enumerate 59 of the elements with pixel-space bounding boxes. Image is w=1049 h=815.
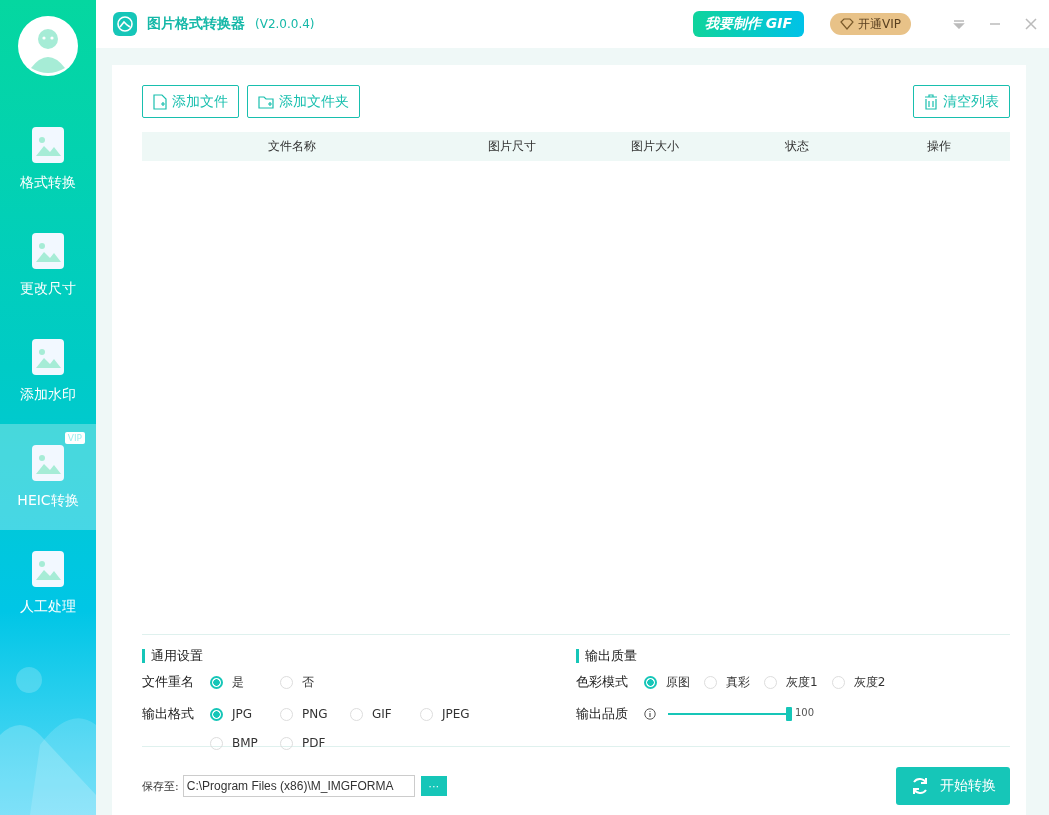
picture-icon <box>31 338 65 376</box>
dropdown-icon[interactable] <box>953 19 965 29</box>
option-label: PNG <box>302 707 328 721</box>
option-label: 灰度1 <box>786 673 818 691</box>
section-title: 输出质量 <box>576 649 1010 663</box>
radio-option[interactable]: 灰度1 <box>764 666 818 698</box>
vip-badge: VIP <box>64 432 85 444</box>
refresh-icon <box>910 776 930 796</box>
trash-icon <box>924 93 938 110</box>
minimize-icon[interactable] <box>989 22 1001 26</box>
radio-option[interactable]: GIF <box>350 698 420 730</box>
column-header: 状态 <box>784 138 810 155</box>
column-header: 图片尺寸 <box>487 138 537 155</box>
option-label: 原图 <box>666 673 690 691</box>
setting-label: 色彩模式 <box>576 673 629 691</box>
app-logo-icon <box>113 12 137 36</box>
slider-value: 100 <box>795 707 815 718</box>
avatar-icon <box>18 16 78 76</box>
picture-icon <box>31 444 65 482</box>
folder-plus-icon <box>258 94 274 109</box>
setting-label: 文件重名 <box>142 673 195 691</box>
option-label: GIF <box>372 707 392 721</box>
setting-label: 输出品质 <box>576 705 629 723</box>
section-title: 通用设置 <box>142 649 576 663</box>
radio-option[interactable]: PDF <box>280 727 350 759</box>
option-label: 灰度2 <box>853 673 886 691</box>
option-label: 否 <box>302 673 314 691</box>
vip-button[interactable]: 开通VIP <box>830 13 911 35</box>
slider-thumb[interactable] <box>786 707 792 721</box>
radio-option[interactable]: 否 <box>280 666 350 698</box>
column-header: 文件名称 <box>267 138 317 155</box>
setting-label: 输出格式 <box>142 705 195 723</box>
option-label: 是 <box>232 673 244 691</box>
radio-option[interactable]: 真彩 <box>704 666 750 698</box>
picture-icon <box>31 550 65 588</box>
close-icon[interactable] <box>1025 18 1037 30</box>
radio-option[interactable]: 灰度2 <box>831 666 886 698</box>
info-icon[interactable] <box>644 708 656 720</box>
app-title: 图片格式转换器 <box>147 15 245 33</box>
option-label: JPEG <box>442 707 470 721</box>
picture-icon <box>31 126 65 164</box>
column-header: 操作 <box>925 138 952 155</box>
option-label: BMP <box>232 736 258 750</box>
option-label: 真彩 <box>726 673 750 691</box>
radio-option[interactable]: JPEG <box>420 698 490 730</box>
radio-option[interactable]: 原图 <box>644 666 690 698</box>
radio-option[interactable]: PNG <box>280 698 350 730</box>
radio-option[interactable]: 是 <box>210 666 280 698</box>
save-to-label: 保存至: <box>142 778 179 794</box>
file-plus-icon <box>153 93 167 110</box>
option-label: JPG <box>232 707 253 721</box>
radio-option[interactable]: JPG <box>210 698 280 730</box>
version-label: (V2.0.0.4) <box>255 17 315 31</box>
column-header: 图片大小 <box>629 138 680 155</box>
option-label: PDF <box>302 736 326 750</box>
radio-option[interactable]: BMP <box>210 727 280 759</box>
path-input-field[interactable]: C:\Program Files (x86)\M_IMGFORMA <box>182 775 415 797</box>
diamond-icon <box>840 18 854 30</box>
picture-icon <box>31 232 65 270</box>
